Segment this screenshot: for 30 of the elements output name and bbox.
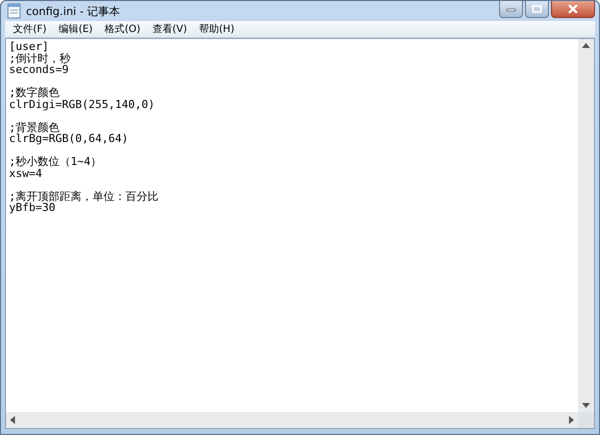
maximize-icon — [532, 5, 542, 13]
text-line: clrDigi=RGB(255,140,0) — [9, 98, 156, 110]
text-line: ;秒小数位（1~4） — [9, 156, 102, 168]
minimize-icon — [506, 6, 516, 12]
horizontal-scrollbar[interactable] — [6, 412, 578, 428]
text-line: ;离开顶部距离，单位：百分比 — [9, 190, 160, 202]
close-button[interactable] — [551, 1, 595, 18]
text-line: [user] — [9, 41, 50, 52]
left-arrow-icon — [10, 416, 15, 424]
menu-item[interactable]: 文件(F) — [8, 22, 52, 36]
close-icon — [568, 5, 578, 13]
text-line: ;倒计时，秒 — [9, 52, 72, 64]
vertical-scrollbar[interactable] — [578, 39, 594, 412]
text-line: xsw=4 — [9, 168, 44, 179]
menu-item[interactable]: 查看(V) — [147, 22, 192, 36]
maximize-button[interactable] — [525, 1, 549, 18]
text-line: ;数字颜色 — [9, 87, 61, 98]
minimize-button[interactable] — [499, 1, 523, 18]
text-line: clrBg=RGB(0,64,64) — [9, 133, 130, 144]
text-line: yBfb=30 — [9, 202, 56, 214]
window-title: config.ini - 记事本 — [26, 4, 120, 18]
menu-item[interactable]: 编辑(E) — [54, 22, 98, 36]
text-line: ;背景颜色 — [9, 122, 60, 133]
notepad-icon — [7, 3, 21, 19]
up-arrow-icon — [582, 43, 590, 48]
text-line: seconds=9 — [9, 64, 69, 76]
menu-item[interactable]: 帮助(H) — [194, 22, 240, 36]
down-arrow-icon — [582, 403, 590, 408]
menu-item[interactable]: 格式(O) — [100, 22, 146, 36]
right-arrow-icon — [569, 416, 574, 424]
